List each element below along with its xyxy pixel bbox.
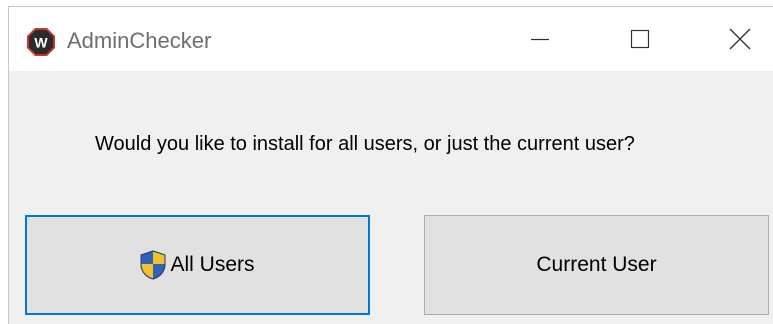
close-icon	[729, 28, 751, 50]
maximize-icon	[630, 29, 650, 49]
uac-shield-icon	[140, 250, 166, 280]
all-users-button[interactable]: All Users	[25, 215, 370, 315]
app-logo-icon: W	[27, 28, 55, 56]
dialog-window: W AdminChecker Would you like to install…	[8, 6, 773, 324]
window-title: AdminChecker	[67, 28, 212, 53]
close-button[interactable]	[694, 7, 773, 71]
title-bar[interactable]: W AdminChecker	[9, 7, 773, 71]
maximize-button[interactable]	[594, 7, 686, 71]
app-logo-letter: W	[34, 35, 48, 51]
install-prompt: Would you like to install for all users,…	[95, 133, 635, 155]
all-users-label: All Users	[170, 253, 255, 276]
current-user-label: Current User	[536, 253, 657, 276]
minimize-icon	[531, 38, 549, 41]
current-user-button[interactable]: Current User	[424, 215, 769, 315]
minimize-button[interactable]	[494, 7, 586, 71]
